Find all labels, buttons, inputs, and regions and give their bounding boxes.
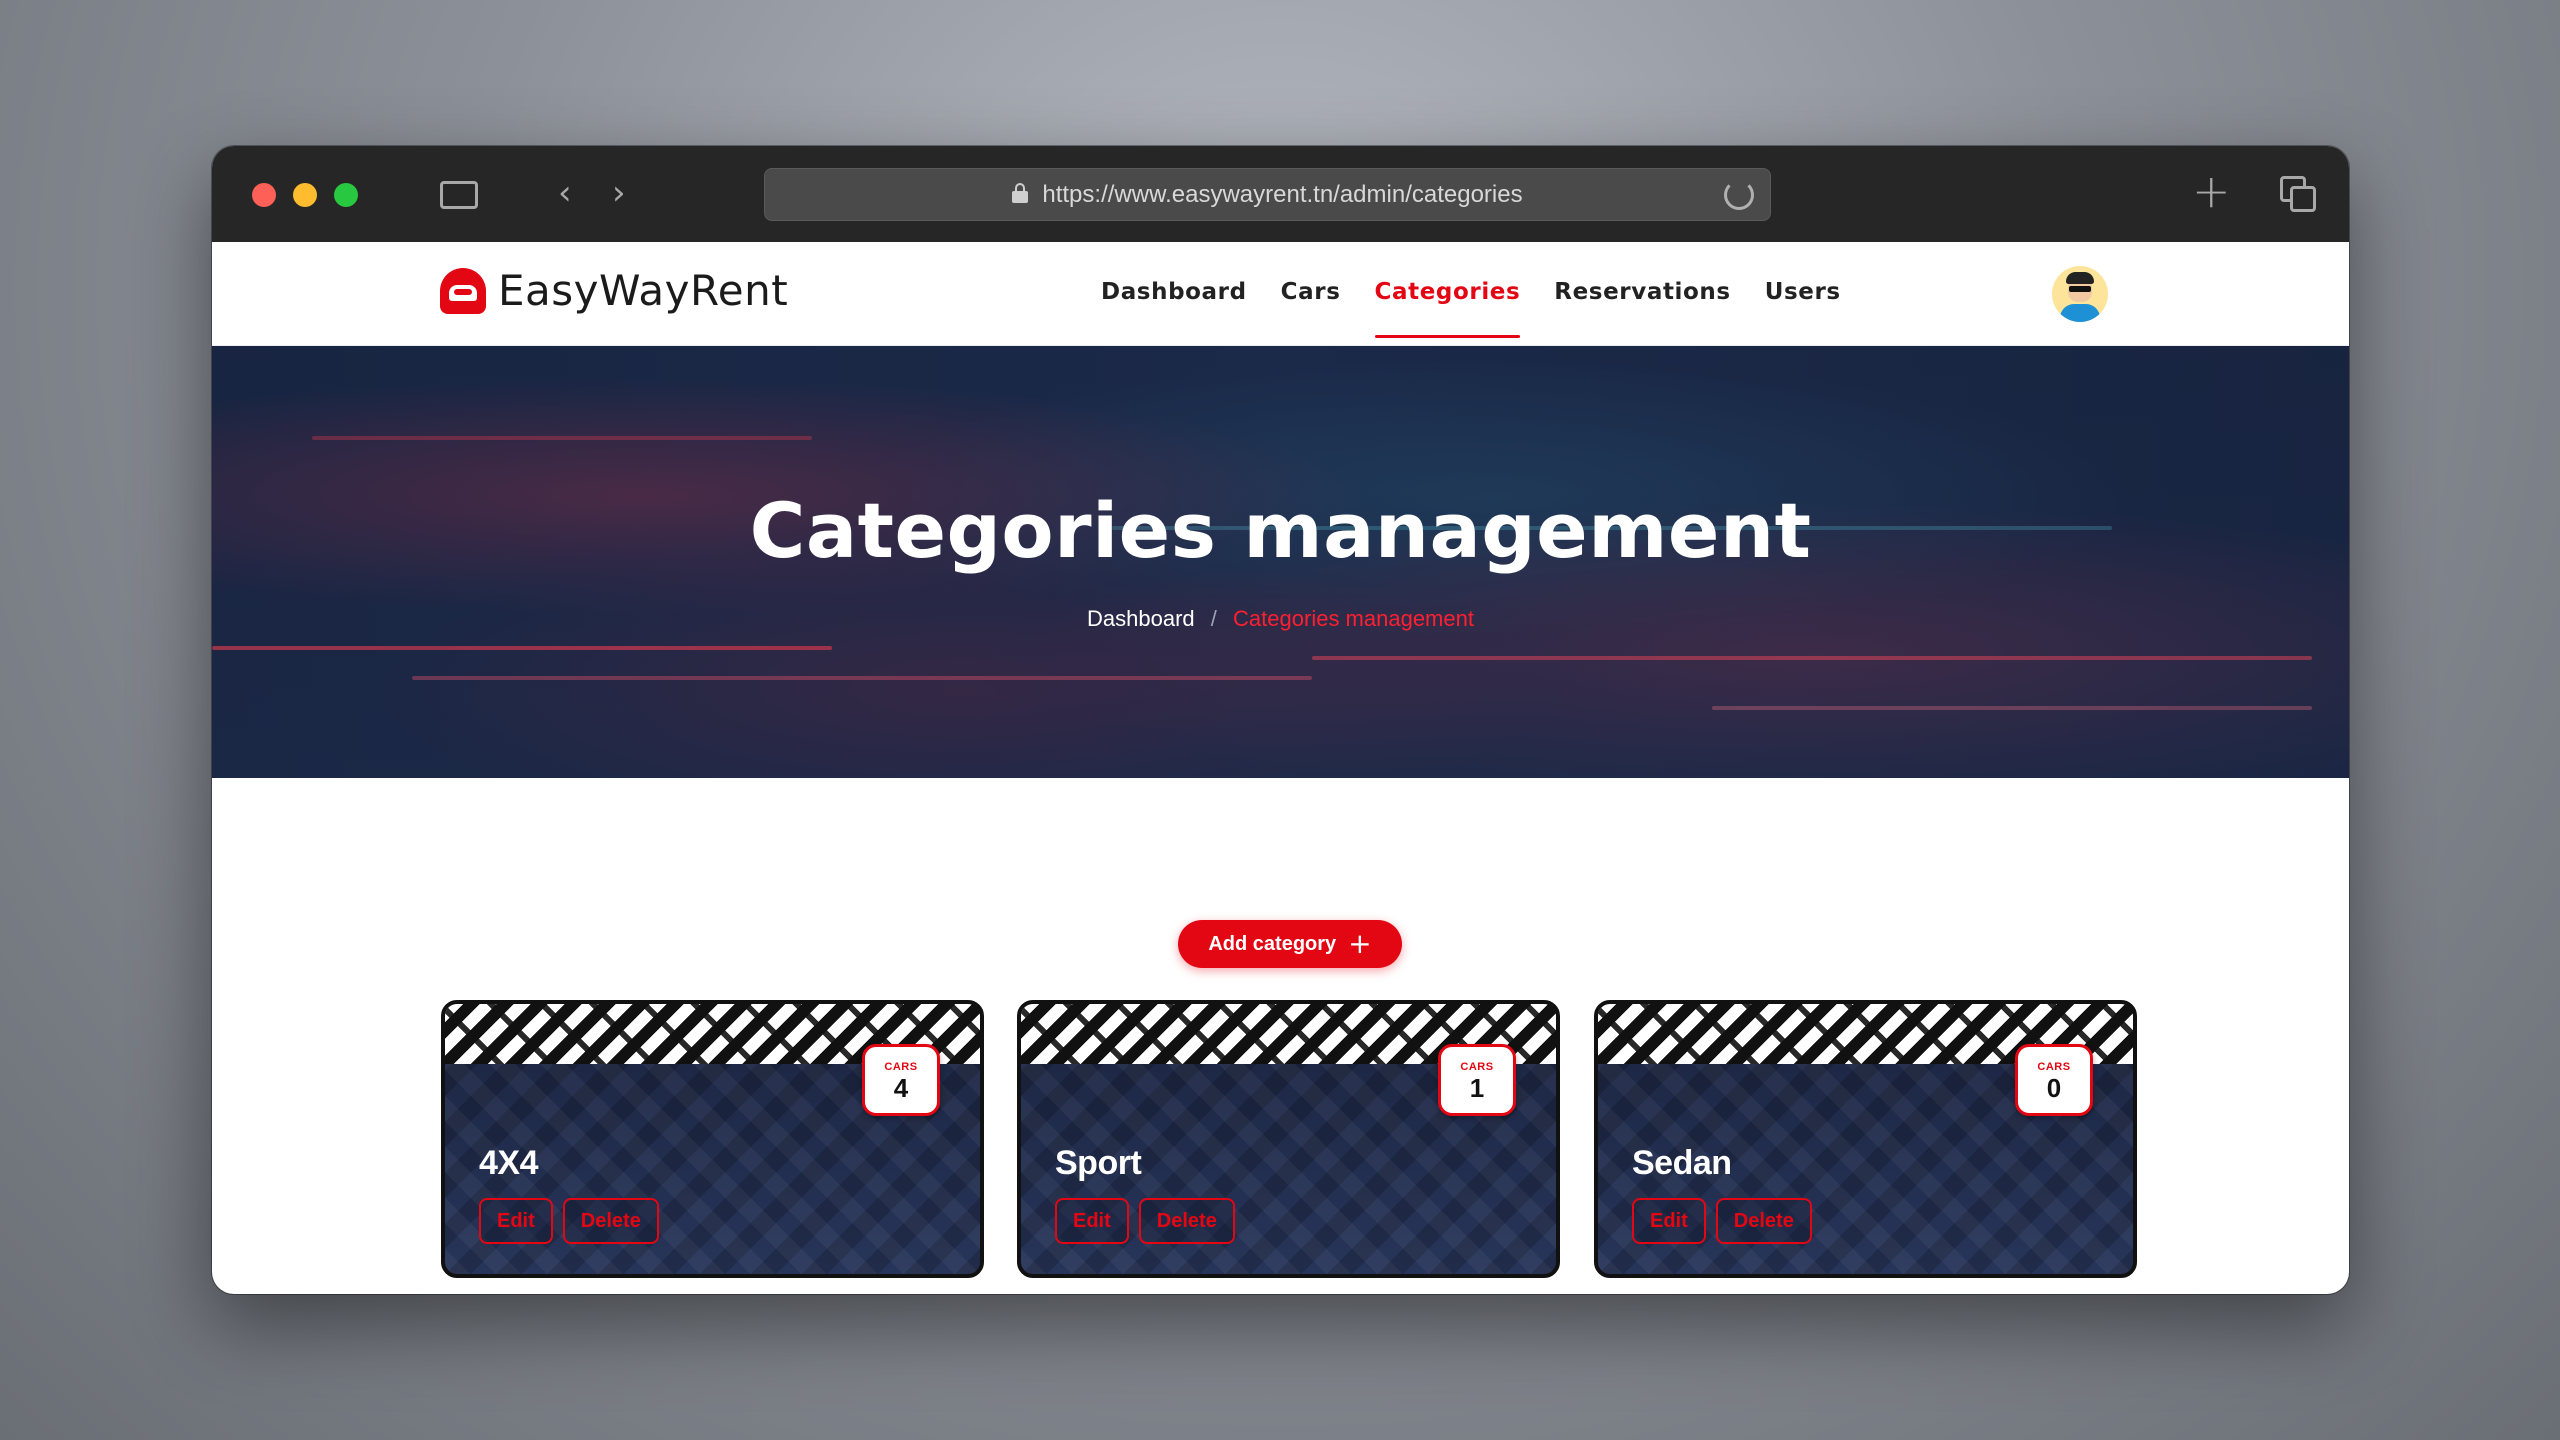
cars-count-badge: CARS 0 <box>2015 1044 2093 1116</box>
main-nav: Dashboard Cars Categories Reservations U… <box>1084 242 1858 346</box>
nav-item-dashboard[interactable]: Dashboard <box>1101 242 1247 346</box>
add-category-label: Add category <box>1208 932 1337 955</box>
cars-badge-label: CARS <box>1460 1061 1494 1073</box>
plus-icon: + <box>1348 927 1372 960</box>
page-title: Categories management <box>749 486 1812 575</box>
card-actions: Edit Delete <box>479 1198 669 1244</box>
edit-button[interactable]: Edit <box>479 1198 553 1244</box>
sidebar-toggle-icon[interactable] <box>440 181 478 209</box>
back-arrow-icon[interactable]: ‹ <box>558 176 572 210</box>
breadcrumb-separator: / <box>1210 606 1217 631</box>
cars-badge-count: 1 <box>1469 1073 1485 1103</box>
category-name: 4X4 <box>479 1144 539 1182</box>
category-name: Sport <box>1055 1144 1142 1182</box>
minimize-window-button[interactable] <box>293 183 317 207</box>
browser-window: ‹ › https://www.easywayrent.tn/admin/cat… <box>212 146 2349 1294</box>
page-hero: Categories management Dashboard / Catego… <box>212 346 2349 778</box>
cars-badge-label: CARS <box>2037 1061 2071 1073</box>
edit-button[interactable]: Edit <box>1632 1198 1706 1244</box>
cars-count-badge: CARS 1 <box>1438 1044 1516 1116</box>
card-actions: Edit Delete <box>1055 1198 1245 1244</box>
cars-count-badge: CARS 4 <box>862 1044 940 1116</box>
cars-badge-label: CARS <box>884 1061 918 1073</box>
nav-item-cars[interactable]: Cars <box>1281 242 1341 346</box>
lock-icon <box>1012 182 1029 203</box>
nav-item-categories[interactable]: Categories <box>1374 242 1521 346</box>
cars-badge-count: 4 <box>893 1073 909 1103</box>
url-text: https://www.easywayrent.tn/admin/categor… <box>1042 180 1523 208</box>
nav-item-reservations[interactable]: Reservations <box>1554 242 1730 346</box>
card-actions: Edit Delete <box>1632 1198 1822 1244</box>
forward-arrow-icon[interactable]: › <box>612 176 626 210</box>
edit-button[interactable]: Edit <box>1055 1198 1129 1244</box>
delete-button[interactable]: Delete <box>1715 1198 1812 1244</box>
cars-badge-count: 0 <box>2046 1073 2062 1103</box>
tab-overview-icon[interactable] <box>2280 176 2316 212</box>
add-category-button[interactable]: Add category + <box>1178 920 1402 968</box>
car-logo-icon <box>440 267 486 314</box>
maximize-window-button[interactable] <box>334 183 358 207</box>
site-header: EasyWayRent Dashboard Cars Categories Re… <box>212 242 2349 346</box>
category-card: CARS 0 Sedan Edit Delete <box>1594 1000 2137 1278</box>
breadcrumb-current: Categories management <box>1233 606 1474 631</box>
browser-toolbar: ‹ › https://www.easywayrent.tn/admin/cat… <box>212 146 2349 242</box>
user-avatar[interactable] <box>2052 266 2108 322</box>
breadcrumb: Dashboard / Categories management <box>212 606 2349 632</box>
close-window-button[interactable] <box>252 183 276 207</box>
brand-logo[interactable]: EasyWayRent <box>440 266 788 315</box>
new-tab-icon[interactable]: + <box>2192 166 2231 216</box>
address-bar[interactable]: https://www.easywayrent.tn/admin/categor… <box>764 168 1771 221</box>
category-card: CARS 4 4X4 Edit Delete <box>441 1000 984 1278</box>
category-card: CARS 1 Sport Edit Delete <box>1017 1000 1560 1278</box>
category-name: Sedan <box>1632 1144 1732 1182</box>
nav-item-users[interactable]: Users <box>1765 242 1841 346</box>
breadcrumb-dashboard-link[interactable]: Dashboard <box>1087 606 1195 631</box>
reload-icon[interactable] <box>1724 180 1754 210</box>
delete-button[interactable]: Delete <box>1138 1198 1235 1244</box>
brand-name: EasyWayRent <box>498 266 789 315</box>
delete-button[interactable]: Delete <box>562 1198 659 1244</box>
